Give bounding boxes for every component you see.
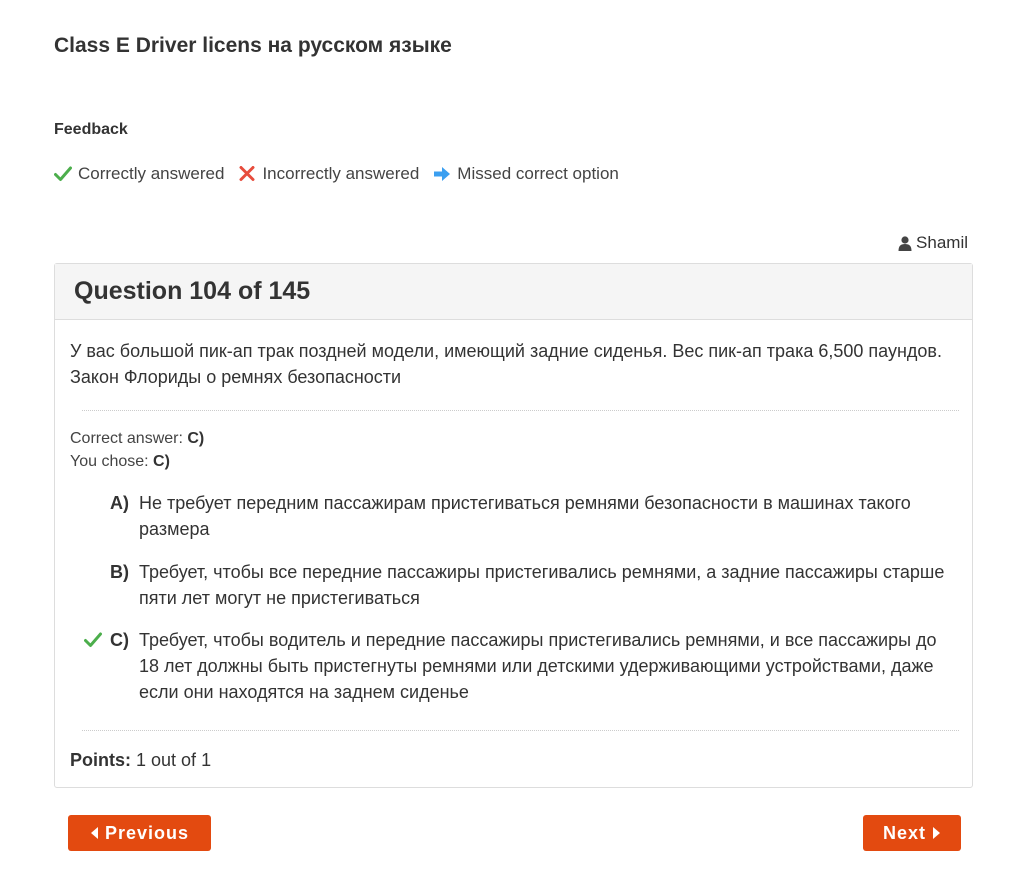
user-icon	[898, 235, 912, 251]
option-text: Не требует передним пассажирам пристегив…	[139, 493, 911, 539]
cross-icon	[239, 166, 255, 181]
caret-right-icon	[933, 827, 940, 839]
quiz-title: Class E Driver licens на русском языке	[54, 34, 452, 57]
question-text: У вас большой пик-ап трак поздней модели…	[70, 341, 942, 387]
previous-label: Previous	[104, 822, 190, 843]
option-text: Требует, чтобы водитель и передние пасса…	[139, 630, 937, 702]
next-label: Next	[882, 822, 926, 843]
correct-answer-label: Correct answer:	[70, 430, 183, 447]
arrow-right-icon	[434, 167, 451, 181]
legend-missed-label: Missed correct option	[457, 164, 619, 183]
caret-left-icon	[90, 827, 98, 839]
option-letter: B)	[110, 562, 129, 582]
legend-correct-label: Correctly answered	[78, 164, 225, 183]
option-letter: A)	[110, 493, 129, 513]
correct-answer-line: Correct answer: C)	[70, 430, 204, 448]
points-value: 1 out of 1	[136, 750, 212, 770]
user-name: Shamil	[916, 233, 968, 252]
legend-incorrect-label: Incorrectly answered	[262, 164, 420, 183]
check-icon	[84, 632, 102, 647]
divider	[82, 730, 959, 731]
user-info: Shamil	[898, 233, 968, 253]
points-line: Points: 1 out of 1	[70, 750, 211, 771]
correct-answer-value: C)	[187, 430, 205, 447]
option-letter: C)	[110, 630, 129, 650]
question-panel-header: Question 104 of 145	[55, 264, 972, 320]
next-button[interactable]: Next	[863, 815, 961, 851]
divider	[82, 410, 959, 411]
question-number: Question 104 of 145	[74, 277, 311, 305]
option-text: Требует, чтобы все передние пассажиры пр…	[139, 562, 945, 608]
you-chose-label: You chose:	[70, 453, 149, 470]
you-chose-value: C)	[153, 453, 170, 470]
previous-button[interactable]: Previous	[68, 815, 211, 851]
feedback-legend: Correctly answered Incorrectly answered …	[54, 164, 633, 184]
check-icon	[54, 166, 72, 181]
legend-correct: Correctly answered	[54, 164, 224, 184]
feedback-heading: Feedback	[54, 121, 128, 138]
you-chose-line: You chose: C)	[70, 453, 170, 471]
legend-missed: Missed correct option	[433, 164, 619, 184]
points-label: Points:	[70, 750, 131, 770]
legend-incorrect: Incorrectly answered	[238, 164, 419, 184]
question-panel: Question 104 of 145 У вас большой пик-ап…	[54, 263, 973, 788]
